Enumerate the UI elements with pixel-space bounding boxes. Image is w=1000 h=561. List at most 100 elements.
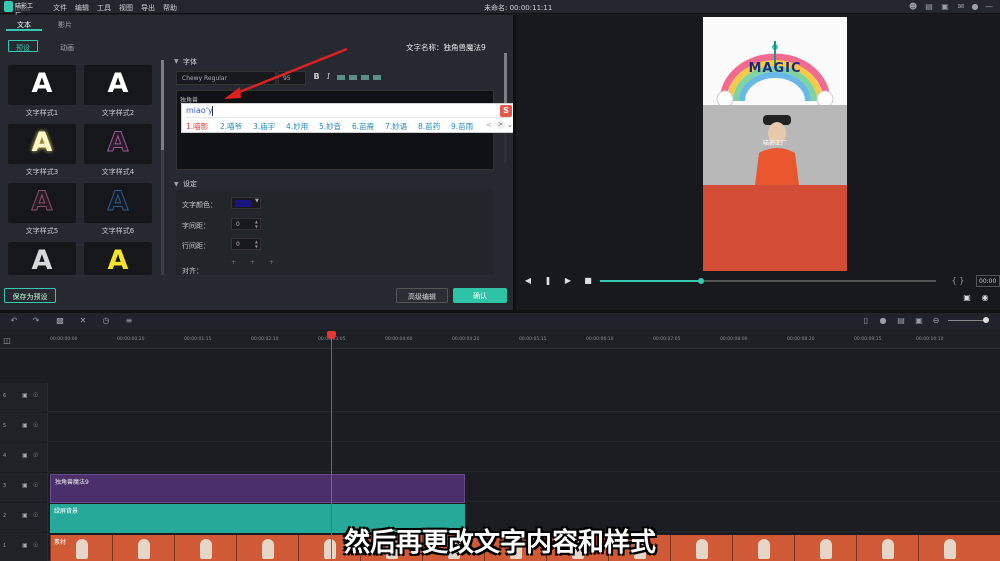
ime-candidate[interactable]: 9.苗雨 xyxy=(451,121,473,132)
eye-icon[interactable]: ☉ xyxy=(33,422,38,429)
advanced-edit-button[interactable]: 高级编辑 xyxy=(396,288,448,303)
redo-icon[interactable]: ↷ xyxy=(31,316,41,326)
shirt-text: 喵影工厂 xyxy=(762,140,787,147)
menu-file[interactable]: 文件 xyxy=(53,3,67,13)
lock-icon[interactable]: ▣ xyxy=(22,512,28,519)
seek-knob[interactable] xyxy=(698,278,704,284)
align-justify-icon[interactable] xyxy=(373,75,381,80)
timeline-ruler[interactable] xyxy=(0,331,1000,349)
track-manager-icon[interactable]: ◫ xyxy=(2,336,12,346)
subtab-preset[interactable]: 预设 xyxy=(8,40,38,52)
speed-icon[interactable]: ◷ xyxy=(101,316,111,326)
mark-brackets[interactable]: { } xyxy=(948,276,968,286)
play-icon[interactable]: ▶ xyxy=(563,276,573,286)
lock-icon[interactable]: ▣ xyxy=(22,422,28,429)
zoom-slider-knob[interactable] xyxy=(983,317,989,323)
font-section-title: 字体 xyxy=(183,58,197,66)
styles-scrollbar[interactable] xyxy=(161,60,164,275)
display-settings-icon[interactable]: ▣ xyxy=(962,293,972,303)
ime-candidate[interactable]: 2.喵爷 xyxy=(220,121,242,132)
ruler-tick: 00:00:07:05 xyxy=(653,337,681,342)
save-icon[interactable]: ▣ xyxy=(940,2,950,12)
ime-candidate[interactable]: 8.苗药 xyxy=(418,121,440,132)
ime-candidate[interactable]: 7.妙语 xyxy=(385,121,407,132)
zoom-slider[interactable] xyxy=(948,320,988,321)
cart-icon[interactable]: ▤ xyxy=(924,2,934,12)
snapshot-icon[interactable]: ◉ xyxy=(980,293,990,303)
text-color-picker[interactable]: ▼ xyxy=(231,197,261,209)
ime-candidate[interactable]: 1.喵影 xyxy=(186,121,208,132)
menu-view[interactable]: 视图 xyxy=(119,3,133,13)
confirm-button[interactable]: 确认 xyxy=(453,288,507,303)
menu-tools[interactable]: 工具 xyxy=(97,3,111,13)
ime-logo-icon: S xyxy=(500,105,512,117)
tab-movie[interactable]: 影片 xyxy=(58,20,72,30)
ime-next-button[interactable]: > xyxy=(496,120,505,129)
align-center-icon[interactable] xyxy=(349,75,357,80)
render-icon[interactable]: ▣ xyxy=(914,316,924,326)
app-subname: Filmora xyxy=(15,7,30,12)
style-card[interactable]: A xyxy=(8,183,76,223)
mic-icon[interactable]: ● xyxy=(970,2,980,12)
voiceover-icon[interactable]: ● xyxy=(878,316,888,326)
style-card[interactable]: A xyxy=(84,65,152,105)
track-row[interactable]: 5 ▣ ☉ xyxy=(0,413,1000,442)
menu-edit[interactable]: 编辑 xyxy=(75,3,89,13)
ime-candidate-window: miao'y S 1.喵影 2.喵爷 3.庙宇 4.妙用 5.妙音 6.苗裔 7… xyxy=(181,103,515,133)
person-icon[interactable]: ☻ xyxy=(908,2,918,12)
style-card[interactable]: A xyxy=(84,183,152,223)
lock-icon[interactable]: ▣ xyxy=(22,482,28,489)
subtab-animation[interactable]: 动画 xyxy=(60,43,74,53)
alignment-grid-icon[interactable]: + + + xyxy=(231,259,280,266)
letter-spacing-stepper[interactable]: 0 ▲ ▼ xyxy=(231,218,261,230)
style-card[interactable]: A xyxy=(8,65,76,105)
text-clip[interactable]: 独角兽魔法9 xyxy=(50,474,465,503)
mail-icon[interactable]: ✉ xyxy=(956,2,966,12)
ime-candidate[interactable]: 4.妙用 xyxy=(286,121,308,132)
save-preset-button[interactable]: 保存为预设 xyxy=(4,288,56,303)
collapse-arrow-icon[interactable]: ▼ xyxy=(174,58,179,65)
ime-prev-button[interactable]: < xyxy=(486,121,492,129)
ime-candidate[interactable]: 6.苗裔 xyxy=(352,121,374,132)
style-card[interactable]: A xyxy=(84,124,152,164)
eye-icon[interactable]: ☉ xyxy=(33,452,38,459)
track-row[interactable]: 4 ▣ ☉ xyxy=(0,443,1000,472)
style-card[interactable]: A xyxy=(8,242,76,276)
marker-icon[interactable]: ▯ xyxy=(861,316,871,326)
cut-icon[interactable]: ✕ xyxy=(78,316,88,326)
menu-help[interactable]: 帮助 xyxy=(163,3,177,13)
video-preview: MAGIC 喵影工厂 xyxy=(703,17,847,271)
playback-seekbar[interactable] xyxy=(600,278,936,284)
eye-icon[interactable]: ☉ xyxy=(33,482,38,489)
mixer-icon[interactable]: ▤ xyxy=(896,316,906,326)
style-card[interactable]: A xyxy=(8,124,76,164)
eye-icon[interactable]: ☉ xyxy=(33,392,38,399)
minimize-icon[interactable]: — xyxy=(984,2,994,12)
step-back-icon[interactable]: ❚ xyxy=(543,276,553,286)
undo-icon[interactable]: ↶ xyxy=(9,316,19,326)
letter-spacing-label: 字间距： xyxy=(182,222,210,230)
track-number: 6 xyxy=(3,393,7,399)
line-spacing-stepper[interactable]: 0 ▲ ▼ xyxy=(231,238,261,250)
ime-more-button[interactable]: ⌄ xyxy=(507,121,513,129)
collapse-arrow-icon[interactable]: ▼ xyxy=(174,181,179,188)
ime-candidate[interactable]: 3.庙宇 xyxy=(253,121,275,132)
eye-icon[interactable]: ☉ xyxy=(33,512,38,519)
adjust-icon[interactable]: ≡ xyxy=(124,316,134,326)
stop-icon[interactable]: ■ xyxy=(583,276,593,286)
app-logo: 喵影工厂 Filmora xyxy=(4,1,38,19)
menu-export[interactable]: 导出 xyxy=(141,3,155,13)
prev-frame-icon[interactable]: ◀ xyxy=(523,276,533,286)
track-row[interactable]: 6 ▣ ☉ xyxy=(0,383,1000,412)
ime-candidate[interactable]: 5.妙音 xyxy=(319,121,341,132)
style-card[interactable]: A xyxy=(84,242,152,276)
style-glyph: A xyxy=(107,186,129,218)
tab-text[interactable]: 文本 xyxy=(6,17,42,31)
playhead-handle[interactable] xyxy=(327,331,336,339)
track-number: 2 xyxy=(3,513,7,519)
lock-icon[interactable]: ▣ xyxy=(22,452,28,459)
lock-icon[interactable]: ▣ xyxy=(22,392,28,399)
align-right-icon[interactable] xyxy=(361,75,369,80)
delete-icon[interactable]: ▩ xyxy=(55,316,65,326)
zoom-out-icon[interactable]: ⊖ xyxy=(931,316,941,326)
